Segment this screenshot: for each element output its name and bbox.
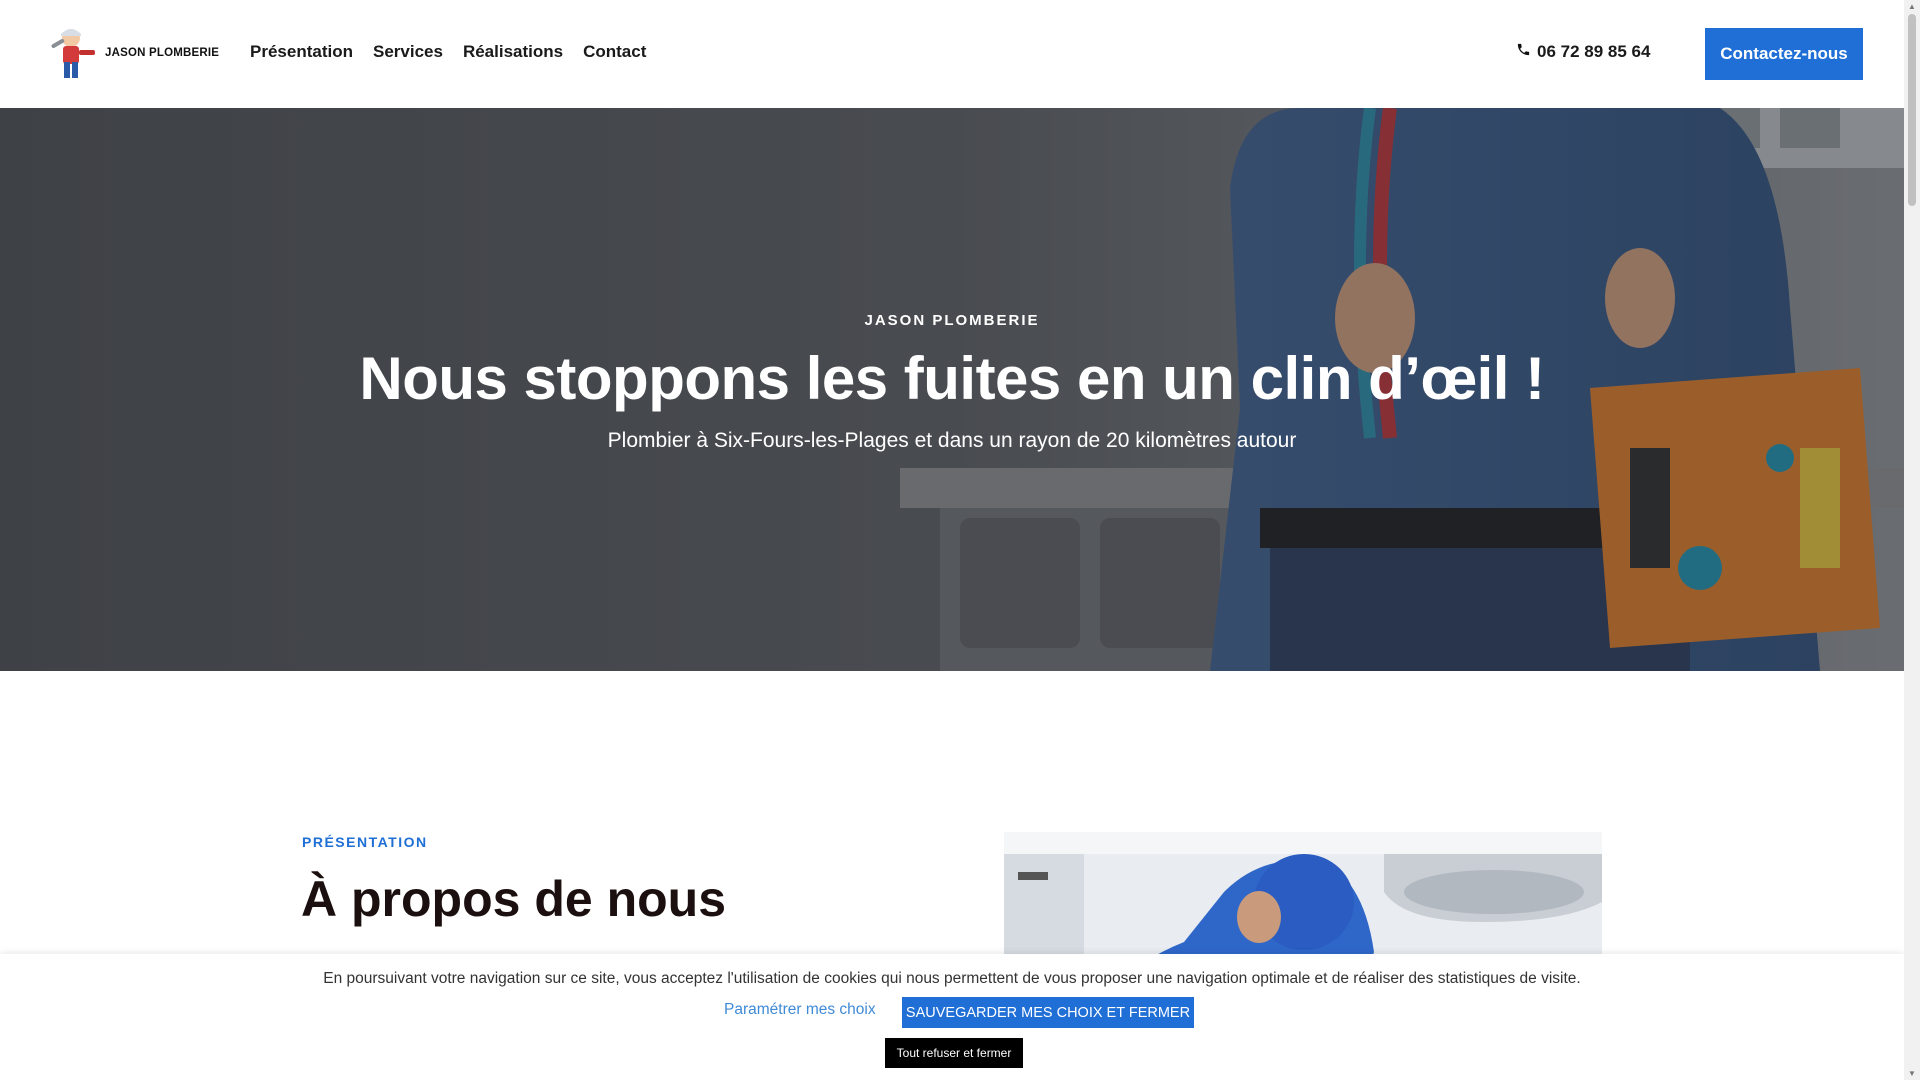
cookie-banner: En poursuivant votre navigation sur ce s… bbox=[0, 954, 1904, 1080]
nav-services[interactable]: Services bbox=[373, 42, 443, 62]
about-title: À propos de nous bbox=[301, 871, 726, 927]
site-logo[interactable]: JASON PLOMBERIE bbox=[47, 24, 219, 82]
phone-link[interactable]: 06 72 89 85 64 bbox=[1516, 42, 1650, 62]
nav-presentation[interactable]: Présentation bbox=[250, 42, 353, 62]
nav-realisations[interactable]: Réalisations bbox=[463, 42, 563, 62]
cookie-settings-link[interactable]: Paramétrer mes choix bbox=[724, 1001, 876, 1019]
about-eyebrow: PRÉSENTATION bbox=[302, 834, 428, 850]
logo-text: JASON PLOMBERIE bbox=[105, 47, 220, 59]
cookie-save-button[interactable]: SAUVEGARDER MES CHOIX ET FERMER bbox=[902, 997, 1194, 1028]
hero-title: Nous stoppons les fuites en un clin d’œi… bbox=[359, 345, 1545, 412]
main-nav: Présentation Services Réalisations Conta… bbox=[250, 42, 646, 62]
hero-section: JASON PLOMBERIE Nous stoppons les fuites… bbox=[0, 108, 1904, 671]
scroll-up-arrow-icon[interactable]: ▲ bbox=[1908, 2, 1916, 11]
page-scrollbar[interactable]: ▲ ▼ bbox=[1904, 0, 1920, 1080]
hero-eyebrow: JASON PLOMBERIE bbox=[864, 312, 1040, 329]
cookie-refuse-button[interactable]: Tout refuser et fermer bbox=[885, 1038, 1023, 1068]
contact-us-button[interactable]: Contactez-nous bbox=[1705, 28, 1863, 80]
scroll-down-arrow-icon[interactable]: ▼ bbox=[1908, 1069, 1916, 1078]
scroll-thumb[interactable] bbox=[1908, 14, 1916, 206]
phone-icon bbox=[1516, 42, 1531, 62]
site-header: JASON PLOMBERIE Présentation Services Ré… bbox=[0, 0, 1904, 108]
nav-contact[interactable]: Contact bbox=[583, 42, 646, 62]
hero-subtitle: Plombier à Six-Fours-les-Plages et dans … bbox=[607, 429, 1297, 452]
plumber-mascot-icon bbox=[47, 24, 99, 82]
cookie-text: En poursuivant votre navigation sur ce s… bbox=[323, 970, 1581, 987]
phone-number: 06 72 89 85 64 bbox=[1537, 42, 1651, 61]
